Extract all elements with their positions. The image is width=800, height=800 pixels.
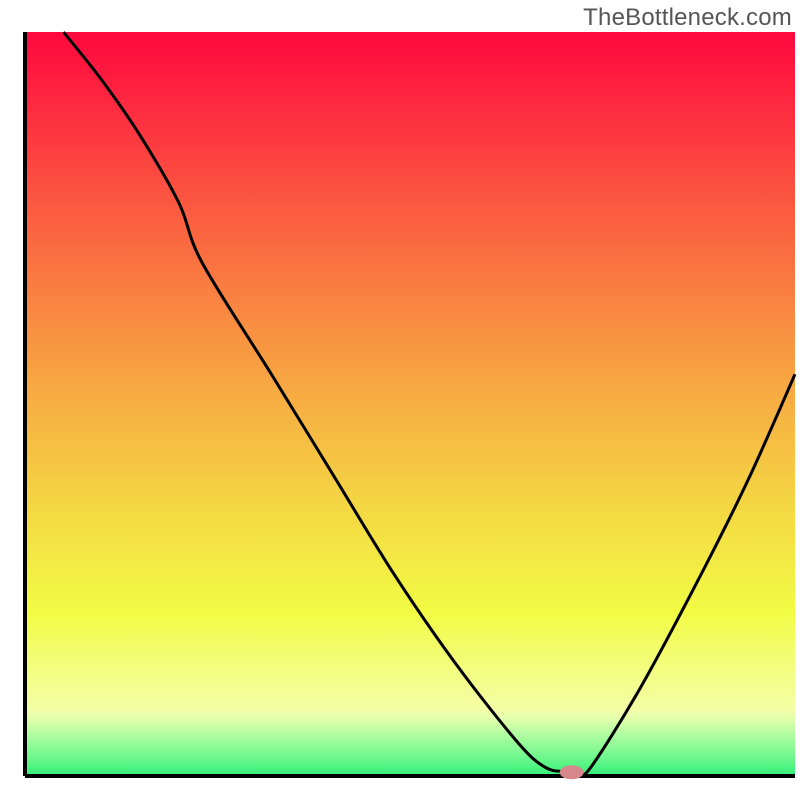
gradient-background xyxy=(25,32,795,776)
highlight-pill xyxy=(560,765,584,779)
chart-container: TheBottleneck.com xyxy=(0,0,800,800)
bottleneck-chart xyxy=(0,0,800,800)
watermark-text: TheBottleneck.com xyxy=(583,4,792,32)
